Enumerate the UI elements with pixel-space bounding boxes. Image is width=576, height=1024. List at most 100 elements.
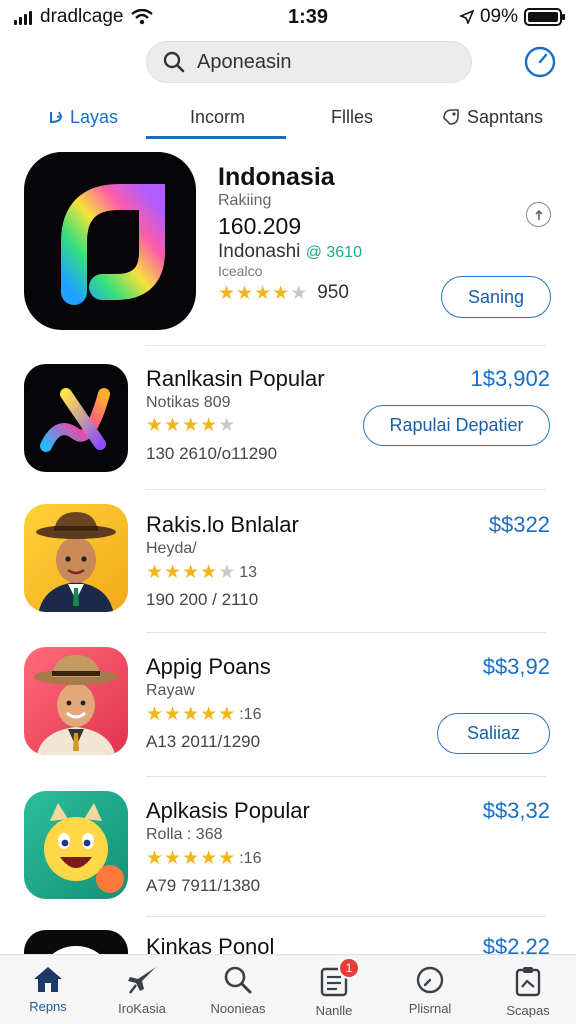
search-icon <box>224 966 252 994</box>
app-icon[interactable] <box>24 364 128 472</box>
hat-avatar-icon <box>34 655 118 755</box>
search-input[interactable] <box>197 50 447 74</box>
star-icon: ★ <box>164 848 182 869</box>
tag-icon <box>443 109 459 125</box>
app-price[interactable]: $$322 <box>489 512 550 538</box>
list-item[interactable]: Rakis.lo Bnlalar Heyda/ ★ ★ ★ ★ ★ 13 190 200… <box>0 500 576 630</box>
battery-icon <box>524 8 565 26</box>
smiley-pet-icon <box>44 803 124 893</box>
star-icon: ★ <box>200 848 218 869</box>
nav-label: Plisrnal <box>408 1001 452 1016</box>
rating-count: :16 <box>239 705 262 723</box>
clock-icon <box>416 966 444 994</box>
star-rating: ★ ★ ★ ★ ★ <box>218 284 307 303</box>
rating-count: :16 <box>239 849 262 867</box>
status-right: 09% <box>422 6 565 28</box>
list-item[interactable]: Aplkasis Popular Rolla : 368 ★ ★ ★ ★ ★ :16 A… <box>0 788 576 918</box>
star-icon: ★ <box>182 704 200 725</box>
tab-layas[interactable]: Layas <box>48 94 118 140</box>
featured-app[interactable]: Indonasia Rakiing 160.209 Indonashi @ 36… <box>0 145 576 345</box>
nav-label: Noonieas <box>210 1001 266 1016</box>
nav-item-plisrnal[interactable]: Plisrnal <box>382 955 478 1024</box>
rocket-icon <box>128 967 156 994</box>
app-price[interactable]: $$3,32 <box>483 798 550 824</box>
carrier-name: dradlcage <box>40 6 124 27</box>
divider <box>146 916 546 917</box>
app-name: Kinkas Ponol <box>146 934 275 954</box>
star-icon: ★ <box>146 415 164 436</box>
nav-item-nanlle[interactable]: 1 Nanlle <box>286 955 382 1024</box>
star-icon: ★ <box>200 562 218 583</box>
app-price[interactable]: $$2.22 <box>483 934 550 954</box>
home-icon <box>34 967 62 992</box>
timer-button[interactable] <box>523 45 557 79</box>
star-icon: ★ <box>182 562 200 583</box>
star-icon: ★ <box>272 282 290 304</box>
app-subtitle: Notikas 809 <box>146 394 231 411</box>
star-rating: ★ ★ ★ ★ ★ <box>146 416 235 435</box>
notification-badge: 1 <box>338 957 360 979</box>
wifi-icon <box>131 9 154 25</box>
app-price[interactable]: $$3,92 <box>483 654 550 680</box>
tab-label: Fllles <box>331 106 374 127</box>
featured-app-icon[interactable] <box>24 152 196 330</box>
nav-label: Repns <box>29 999 67 1014</box>
star-icon: ★ <box>200 704 218 725</box>
tab-label: Layas <box>70 106 119 127</box>
app-rating: ★ ★ ★ ★ ★ <box>146 416 235 435</box>
app-rating: ★ ★ ★ ★ ★ :16 <box>146 849 261 868</box>
tab-files[interactable]: Fllles <box>331 94 373 140</box>
featured-rating: ★ ★ ★ ★ ★ 950 <box>218 282 349 304</box>
battery-percent: 09% <box>479 6 518 27</box>
app-rating: ★ ★ ★ ★ ★ 13 <box>146 563 257 582</box>
star-icon: ★ <box>146 562 164 583</box>
app-rating: ★ ★ ★ ★ ★ :16 <box>146 705 261 724</box>
divider <box>146 632 546 633</box>
rating-count: 950 <box>317 282 349 303</box>
list-item[interactable]: Appig Poans Rayaw ★ ★ ★ ★ ★ :16 A13 2011/129… <box>0 644 576 774</box>
featured-title: Indonasia <box>218 163 335 191</box>
nav-item-irokasia[interactable]: IroKasia <box>94 955 190 1024</box>
app-name: Aplkasis Popular <box>146 798 310 823</box>
app-action-button[interactable]: Saliiaz <box>437 713 550 754</box>
bottom-nav: Repns IroKasia Noonieas 1 Nanlle Plisrna… <box>0 954 576 1024</box>
signal-icon <box>14 9 32 25</box>
divider <box>146 345 546 346</box>
star-icon: ★ <box>218 848 236 869</box>
divider <box>146 776 546 777</box>
tab-incorm[interactable]: Incorm <box>190 94 245 140</box>
tab-label: Sapntans <box>467 106 544 127</box>
app-icon[interactable] <box>24 647 128 755</box>
divider <box>146 489 546 490</box>
refresh-icon <box>50 111 63 124</box>
nav-item-noonieas[interactable]: Noonieas <box>190 955 286 1024</box>
status-left: dradlcage <box>14 6 214 28</box>
nav-item-repns[interactable]: Repns <box>0 955 96 1024</box>
share-button[interactable] <box>526 202 551 227</box>
star-icon: ★ <box>236 282 254 304</box>
featured-line: Indonashi @ 3610 <box>218 241 362 263</box>
app-icon[interactable] <box>24 930 128 954</box>
list-item[interactable]: Kinkas Ponol $$2.22 <box>0 928 576 954</box>
app-action-button[interactable]: Rapulai Depatier <box>363 405 550 446</box>
search-bar[interactable] <box>146 41 472 83</box>
app-icon[interactable] <box>24 504 128 612</box>
featured-accent: @ 3610 <box>305 244 362 261</box>
star-icon: ★ <box>182 848 200 869</box>
featured-action-button[interactable]: Saning <box>441 276 551 318</box>
star-icon: ★ <box>164 704 182 725</box>
app-price[interactable]: 1$3,902 <box>470 366 550 392</box>
nav-item-scapas[interactable]: Scapas <box>480 955 576 1024</box>
app-icon[interactable] <box>24 791 128 899</box>
tab-bar: Layas Incorm Fllles Sapntans <box>0 94 576 140</box>
arrow-up-icon <box>534 209 543 220</box>
tab-sapntans[interactable]: Sapntans <box>441 94 543 140</box>
star-icon: ★ <box>146 848 164 869</box>
star-icon: ★ <box>218 282 236 304</box>
rating-count: 13 <box>239 563 258 581</box>
star-rating: ★ ★ ★ ★ ★ <box>146 563 235 582</box>
ring-logo-icon <box>52 946 100 954</box>
nav-label: Nanlle <box>315 1003 353 1018</box>
list-item[interactable]: Ranlkasin Popular Notikas 809 ★ ★ ★ ★ ★ 130 … <box>0 358 576 488</box>
star-rating: ★ ★ ★ ★ ★ <box>146 705 235 724</box>
